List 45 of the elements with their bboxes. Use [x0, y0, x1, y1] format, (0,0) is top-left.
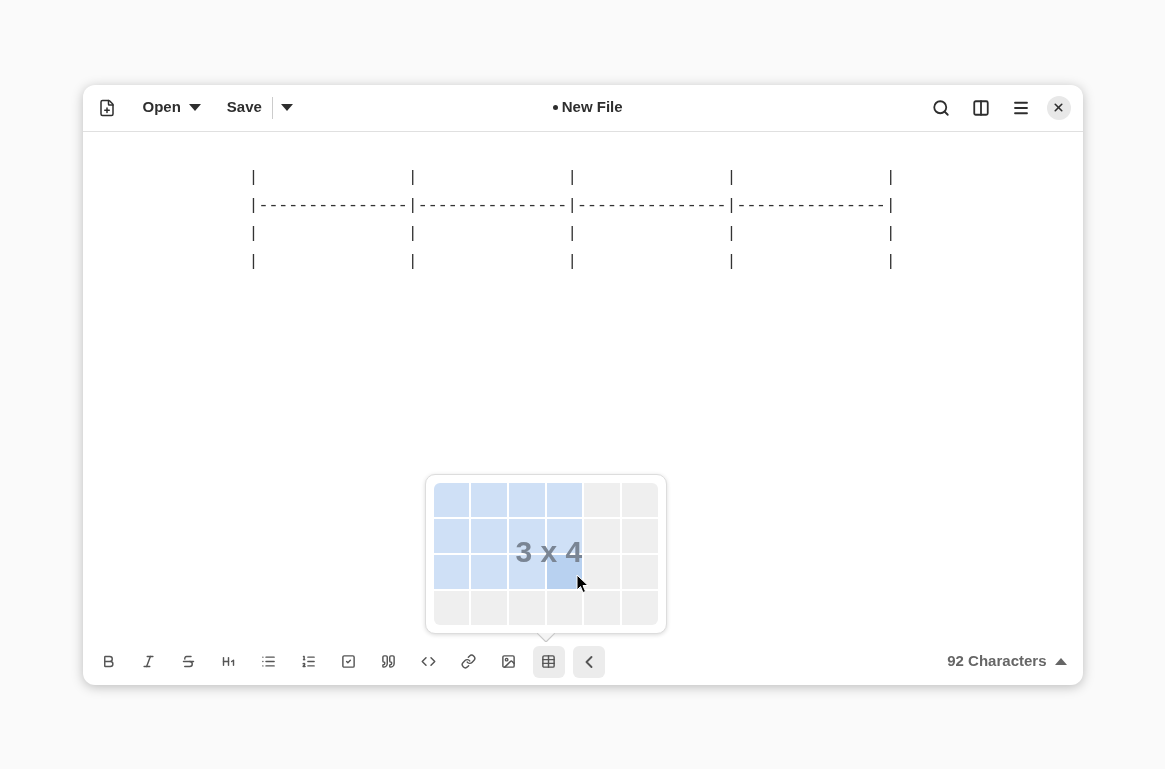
code-icon	[421, 654, 436, 669]
grid-cell[interactable]	[433, 518, 470, 553]
grid-cell[interactable]	[508, 590, 545, 625]
open-button[interactable]: Open	[136, 92, 207, 123]
image-icon	[501, 654, 516, 669]
grid-cell[interactable]	[546, 590, 583, 625]
mouse-cursor-icon	[575, 573, 589, 594]
quote-icon	[381, 654, 396, 669]
editor-line: | | | | |	[248, 250, 896, 273]
table-size-label: 3 x 4	[515, 536, 583, 567]
grid-cell[interactable]	[471, 554, 507, 589]
window-title: New File	[561, 97, 623, 118]
bold-icon	[101, 654, 116, 669]
caret-icon	[188, 104, 201, 111]
checkbox-icon	[341, 654, 356, 669]
grid-cell[interactable]	[471, 482, 507, 517]
editor-line: | | | | |	[248, 222, 896, 245]
table-icon	[541, 654, 556, 669]
close-button[interactable]	[1046, 95, 1071, 120]
grid-cell[interactable]	[471, 590, 507, 625]
bullet-list-icon	[261, 654, 276, 669]
numbered-list-icon	[301, 654, 316, 669]
editor-line: | | | | |	[248, 166, 896, 189]
link-icon	[461, 654, 476, 669]
grid-cell[interactable]	[546, 482, 583, 517]
search-icon	[931, 98, 950, 117]
grid-cell[interactable]	[433, 590, 470, 625]
italic-icon	[141, 654, 156, 669]
caret-icon	[1054, 658, 1067, 665]
split-view-icon	[971, 98, 990, 117]
grid-cell[interactable]	[584, 554, 620, 589]
grid-cell[interactable]	[584, 590, 620, 625]
format-button[interactable]	[532, 645, 565, 678]
strikethrough-icon	[181, 654, 196, 669]
character-count-button[interactable]: 92 Characters	[947, 650, 1067, 673]
grid-cell[interactable]	[433, 482, 470, 517]
grid-cell[interactable]	[471, 518, 507, 553]
heading-icon	[221, 654, 236, 669]
new-file-icon	[97, 98, 116, 117]
editor-line: |---------------|---------------|---------------|---------------|	[248, 194, 896, 217]
save-button[interactable]: Save	[220, 92, 268, 123]
close-icon	[1052, 101, 1065, 114]
grid-cell[interactable]	[508, 482, 545, 517]
grid-cell[interactable]	[433, 554, 470, 589]
caret-icon	[280, 104, 293, 111]
